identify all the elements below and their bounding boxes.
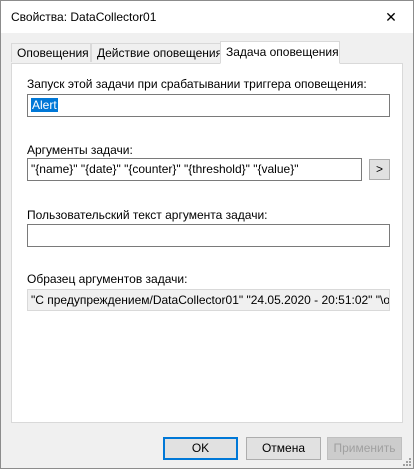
run-task-input[interactable]: Alert	[27, 94, 390, 117]
close-button[interactable]: ✕	[369, 1, 413, 33]
resize-grip-icon[interactable]	[401, 456, 411, 466]
tab-alert-task[interactable]: Задача оповещения	[220, 41, 340, 64]
alert-task-panel: Запуск этой задачи при срабатывании триг…	[11, 63, 403, 423]
run-task-value: Alert	[31, 98, 58, 112]
run-task-label: Запуск этой задачи при срабатывании триг…	[27, 77, 367, 91]
window-title: Свойства: DataCollector01	[11, 10, 157, 24]
task-arguments-input[interactable]: "{name}" "{date}" "{counter}" "{threshol…	[27, 158, 362, 181]
title-bar: Свойства: DataCollector01 ✕	[1, 1, 413, 33]
insert-argument-button[interactable]: >	[369, 159, 390, 180]
custom-text-label: Пользовательский текст аргумента задачи:	[27, 208, 268, 222]
tab-alerts[interactable]: Оповещения	[11, 43, 91, 62]
custom-text-input[interactable]	[27, 224, 390, 247]
close-icon: ✕	[385, 8, 397, 25]
properties-dialog: Свойства: DataCollector01 ✕ Оповещения Д…	[0, 0, 414, 469]
cancel-button[interactable]: Отмена	[246, 437, 321, 460]
task-arguments-label: Аргументы задачи:	[27, 143, 133, 157]
tab-alert-action[interactable]: Действие оповещения	[91, 43, 222, 62]
apply-button[interactable]: Применить	[327, 437, 402, 460]
ok-button[interactable]: OK	[163, 437, 238, 460]
sample-arguments-field[interactable]: "С предупреждением/DataCollector01" "24.…	[27, 289, 390, 311]
sample-arguments-label: Образец аргументов задачи:	[27, 272, 188, 286]
